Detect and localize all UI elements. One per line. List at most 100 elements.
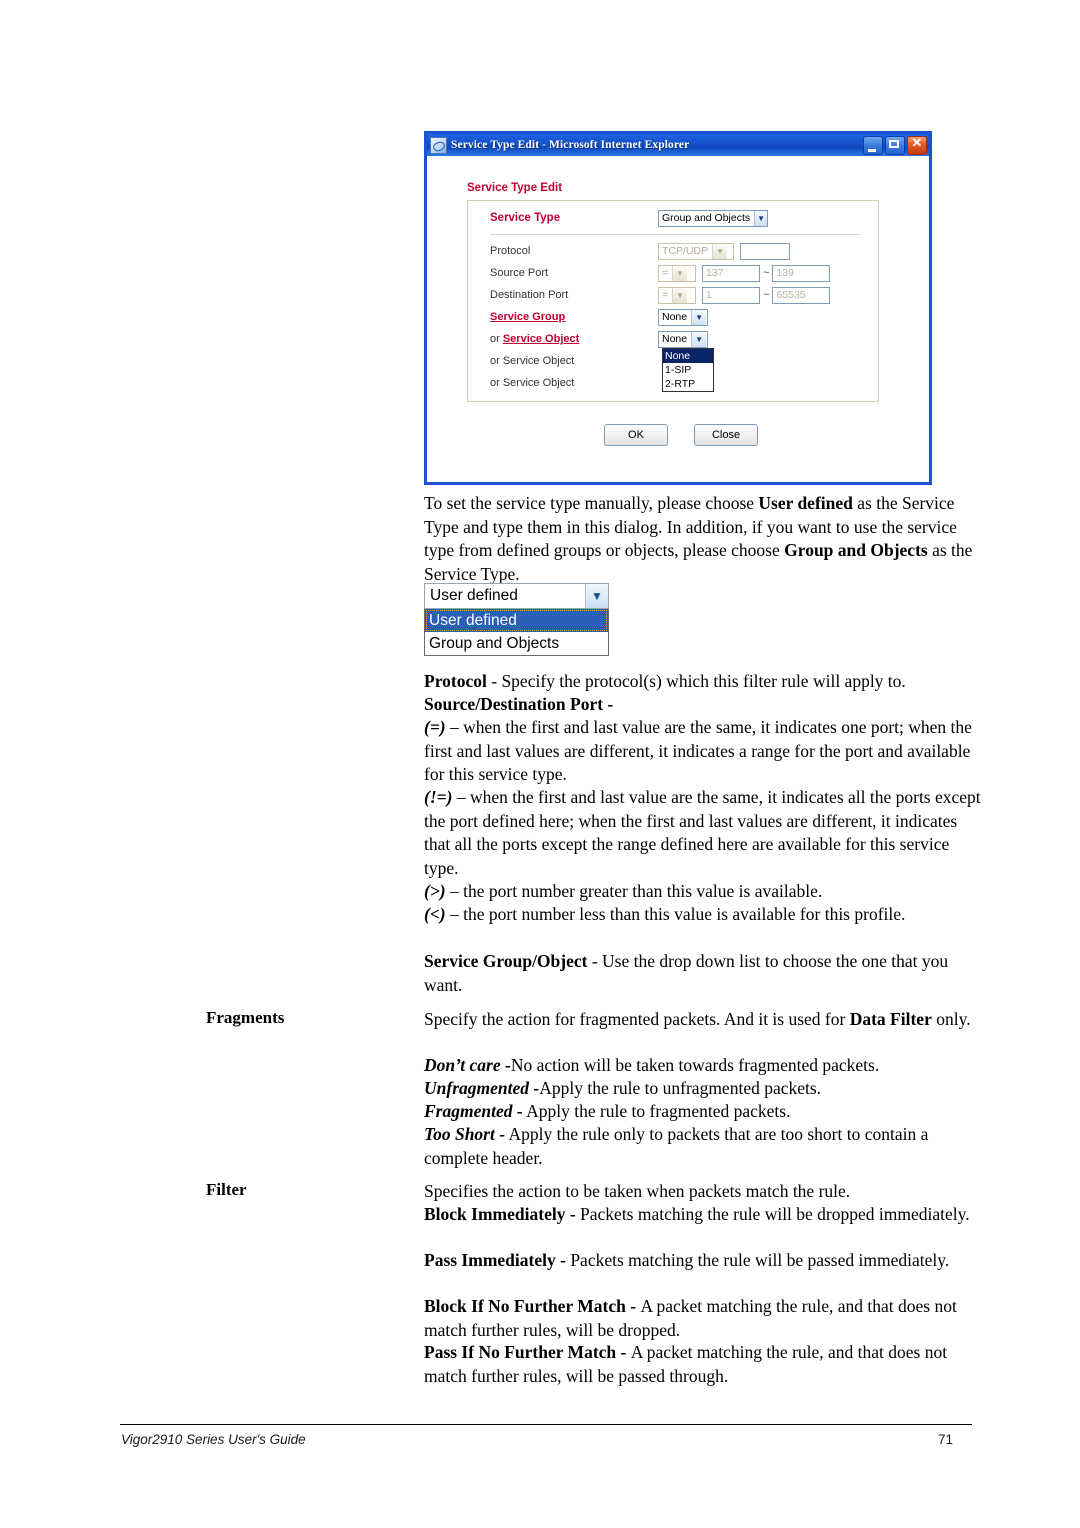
operator-neq-text: – when the first and last value are the … <box>424 787 981 878</box>
dialog-title: Service Type Edit - Microsoft Internet E… <box>451 139 690 151</box>
operator-lt-text: – the port number less than this value i… <box>445 904 906 924</box>
intro-group-objects-term: Group and Objects <box>784 540 928 560</box>
chevron-down-icon: ▼ <box>672 265 688 281</box>
protocol-label: Protocol <box>490 245 531 257</box>
filter-item-block-if-no-further-match: Block If No Further Match - A packet mat… <box>424 1295 986 1342</box>
row-service-group: Service Group None ▼ <box>468 306 878 328</box>
destination-port-operator-select[interactable]: = ▼ <box>658 286 696 304</box>
operator-eq-text: – when the first and last value are the … <box>424 717 972 784</box>
service-group-object-term: Service Group/Object <box>424 951 588 971</box>
intro-user-defined-term: User defined <box>758 493 853 513</box>
fragments-unfragmented-desc: Apply the rule to unfragmented packets. <box>539 1078 822 1098</box>
service-group-value: None <box>662 311 688 323</box>
service-object-option-list[interactable]: None 1-SIP 2-RTP <box>662 348 714 392</box>
source-destination-port-term: Source/Destination Port - <box>424 694 614 714</box>
service-type-select[interactable]: Group and Objects ▼ <box>658 209 768 227</box>
filter-item-pass-if-no-further-match: Pass If No Further Match - A packet matc… <box>424 1341 986 1388</box>
destination-port-start-input[interactable]: 1 <box>702 286 760 304</box>
form-title: Service Type Edit <box>467 182 563 194</box>
fragments-term: Fragments <box>206 1008 285 1027</box>
intro-line1-a: To set the service type manually, please… <box>424 493 759 513</box>
filter-pass-immediately-term: Pass Immediately - <box>424 1250 571 1270</box>
source-port-end-input[interactable]: 139 <box>772 264 831 282</box>
chevron-down-icon: ▼ <box>691 331 707 347</box>
service-type-value: Group and Objects <box>662 212 751 224</box>
fragments-dont-care-term: Don’t care - <box>424 1055 511 1075</box>
option-2-rtp[interactable]: 2-RTP <box>663 377 713 391</box>
operator-gt-symbol: (>) <box>424 881 446 901</box>
service-object-1-select[interactable]: None ▼ <box>658 330 708 348</box>
service-group-link[interactable]: Service Group <box>490 311 565 323</box>
filter-block-immediately-term: Block Immediately - <box>424 1204 581 1224</box>
fragments-fragmented-term: Fragmented - <box>424 1101 523 1121</box>
operator-gt: (>) – the port number greater than this … <box>424 880 986 904</box>
fragments-item-fragmented: Fragmented - Apply the rule to fragmente… <box>424 1100 986 1124</box>
operator-gt-text: – the port number greater than this valu… <box>445 881 823 901</box>
destination-port-label: Destination Port <box>490 289 569 301</box>
service-type-dropdown-options[interactable]: User defined Group and Objects <box>424 609 609 656</box>
row-destination-port: Destination Port = ▼ 1 ~ 65535 <box>468 284 878 306</box>
source-port-label: Source Port <box>490 267 549 279</box>
close-icon[interactable]: ✕ <box>907 135 927 155</box>
service-type-label: Service Type <box>490 212 561 224</box>
service-object-link[interactable]: Service Object <box>503 333 579 345</box>
fragments-data-filter-term: Data Filter <box>849 1009 932 1029</box>
protocol-dash: - <box>486 671 502 691</box>
service-group-object-dash: - <box>587 951 603 971</box>
row-protocol: Protocol TCP/UDP ▼ <box>468 240 878 262</box>
intro-line4-a: choose <box>731 540 785 560</box>
chevron-down-icon: ▼ <box>691 309 707 325</box>
chevron-down-icon: ▼ <box>712 243 728 259</box>
protocol-value: TCP/UDP <box>662 245 709 257</box>
fragments-item-unfragmented: Unfragmented -Apply the rule to unfragme… <box>424 1077 986 1101</box>
protocol-select[interactable]: TCP/UDP ▼ <box>658 242 734 260</box>
service-object-1-prefix: or <box>490 333 503 345</box>
filter-pass-immediately-desc: Packets matching the rule will be passed… <box>570 1250 950 1270</box>
filter-term: Filter <box>206 1180 247 1199</box>
service-object-1-label: or Service Object <box>490 333 658 345</box>
service-type-edit-dialog: Service Type Edit - Microsoft Internet E… <box>424 131 932 485</box>
service-group-select[interactable]: None ▼ <box>658 308 708 326</box>
destination-port-range-separator: ~ <box>763 289 770 301</box>
option-1-sip[interactable]: 1-SIP <box>663 363 713 377</box>
fragments-unfragmented-term: Unfragmented - <box>424 1078 540 1098</box>
minimize-button[interactable] <box>863 135 883 155</box>
destination-port-operator-value: = <box>662 289 669 301</box>
maximize-button[interactable] <box>885 135 905 155</box>
ok-button[interactable]: OK <box>604 424 668 446</box>
row-source-port: Source Port = ▼ 137 ~ 139 <box>468 262 878 284</box>
service-object-2-label: or Service Object <box>490 355 575 367</box>
option-user-defined[interactable]: User defined <box>425 609 608 632</box>
service-group-label: Service Group <box>490 311 658 323</box>
fragments-item-too-short: Too Short - Apply the rule only to packe… <box>424 1123 986 1170</box>
chevron-down-icon[interactable]: ▼ <box>585 584 608 608</box>
footer-guide-title: Vigor2910 Series User's Guide <box>121 1432 306 1447</box>
close-button[interactable]: Close <box>694 424 758 446</box>
dialog-content: Service Type Edit Service Type Group and… <box>427 156 929 482</box>
operator-lt-symbol: (<) <box>424 904 446 924</box>
service-type-dropdown-value: User defined <box>430 587 518 604</box>
option-none[interactable]: None <box>663 349 713 363</box>
fragments-intro-a: Specify the action for fragmented packet… <box>424 1009 850 1029</box>
source-port-range-separator: ~ <box>763 267 770 279</box>
operator-eq: (=) – when the first and last value are … <box>424 716 986 787</box>
chevron-down-icon: ▼ <box>672 287 688 303</box>
row-service-object-1: or Service Object None ▼ <box>468 328 878 350</box>
fragments-item-dont-care: Don’t care -No action will be taken towa… <box>424 1054 986 1078</box>
source-destination-port-heading: Source/Destination Port - <box>424 693 986 717</box>
filter-pass-if-no-further-match-term: Pass If No Further Match - <box>424 1342 631 1362</box>
protocol-number-input[interactable] <box>740 242 790 260</box>
fragments-dont-care-desc: No action will be taken towards fragment… <box>510 1055 880 1075</box>
option-group-and-objects[interactable]: Group and Objects <box>425 632 608 655</box>
service-type-dropdown-screenshot: User defined ▼ User defined Group and Ob… <box>424 583 609 656</box>
source-port-start-input[interactable]: 137 <box>702 264 760 282</box>
source-port-operator-select[interactable]: = ▼ <box>658 264 696 282</box>
destination-port-end-input[interactable]: 65535 <box>772 286 831 304</box>
filter-item-pass-immediately: Pass Immediately - Packets matching the … <box>424 1249 986 1273</box>
filter-intro: Specifies the action to be taken when pa… <box>424 1181 851 1201</box>
service-type-dropdown-closed[interactable]: User defined ▼ <box>424 583 609 609</box>
intro-paragraph: To set the service type manually, please… <box>424 492 986 586</box>
fragments-too-short-term: Too Short - <box>424 1124 506 1144</box>
intro-line1-c: as <box>852 493 872 513</box>
operator-eq-symbol: (=) <box>424 717 446 737</box>
